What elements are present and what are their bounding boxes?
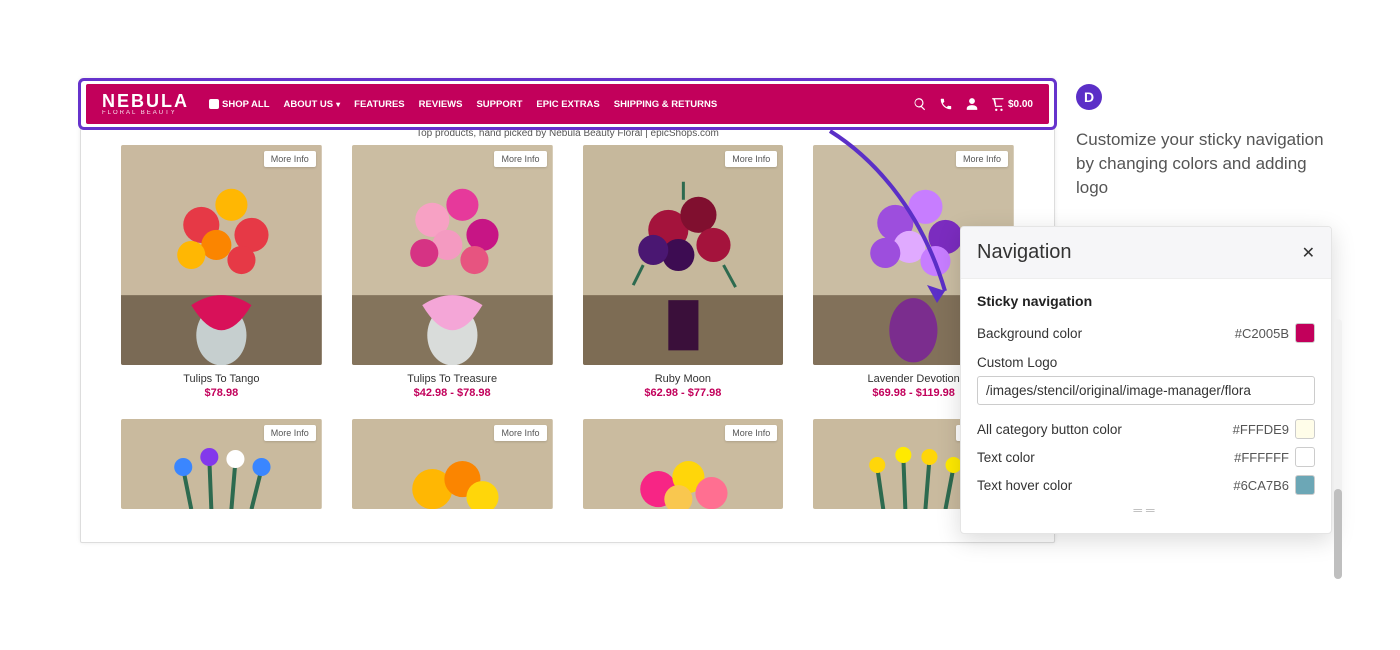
hover-color-row[interactable]: Text hover color #6CA7B6 (977, 471, 1315, 499)
grid-icon (209, 99, 219, 109)
product-card[interactable]: More Info (352, 419, 553, 509)
product-price: $62.98 - $77.98 (583, 387, 784, 399)
nav-reviews[interactable]: REVIEWS (419, 99, 463, 110)
nav-about[interactable]: ABOUT US▾ (284, 99, 341, 110)
product-card[interactable]: More Info (583, 419, 784, 509)
panel-header: Navigation ✕ (961, 227, 1331, 279)
text-color-swatch[interactable] (1295, 447, 1315, 467)
panel-body: Sticky navigation Background color #C200… (961, 279, 1331, 533)
product-price: $78.98 (121, 387, 322, 399)
navigation-settings-panel: Navigation ✕ Sticky navigation Backgroun… (960, 226, 1332, 534)
chevron-down-icon: ▾ (336, 100, 340, 109)
bg-color-swatch[interactable] (1295, 323, 1315, 343)
phone-icon[interactable] (939, 97, 953, 111)
text-color-hex: #FFFFFF (1234, 450, 1289, 465)
product-image: More Info (583, 145, 784, 365)
product-card[interactable]: More Info (121, 419, 322, 509)
hover-color-label: Text hover color (977, 478, 1072, 493)
callout-badge: D (1076, 84, 1102, 110)
product-image: More Info (121, 419, 322, 509)
callout-caption: Customize your sticky navigation by chan… (1076, 128, 1326, 199)
text-color-label: Text color (977, 450, 1035, 465)
bg-color-row[interactable]: Background color #C2005B (977, 319, 1315, 347)
cat-color-swatch[interactable] (1295, 419, 1315, 439)
panel-title: Navigation (977, 241, 1072, 264)
product-card[interactable]: More Info Tulips To Tango $78.98 (121, 145, 322, 399)
site-logo[interactable]: NEBULA FLORAL BEAUTY (102, 92, 189, 116)
more-info-button[interactable]: More Info (494, 425, 546, 441)
more-info-button[interactable]: More Info (264, 151, 316, 167)
nav-right: $0.00 (913, 97, 1033, 111)
cat-color-label: All category button color (977, 422, 1122, 437)
more-info-button[interactable]: More Info (264, 425, 316, 441)
drag-handle-icon[interactable]: ══ (977, 499, 1315, 523)
product-name: Tulips To Tango (121, 373, 322, 385)
section-title: Sticky navigation (977, 293, 1315, 309)
nav-shipping[interactable]: SHIPPING & RETURNS (614, 99, 717, 110)
product-image: More Info (352, 419, 553, 509)
logo-label: Custom Logo (977, 355, 1315, 370)
cart-total: $0.00 (1008, 99, 1033, 110)
nav-items: SHOP ALL ABOUT US▾ FEATURES REVIEWS SUPP… (209, 99, 717, 110)
nav-epic[interactable]: EPIC EXTRAS (536, 99, 599, 110)
sticky-nav: NEBULA FLORAL BEAUTY SHOP ALL ABOUT US▾ … (86, 84, 1049, 124)
cart-icon (991, 97, 1005, 111)
cart-button[interactable]: $0.00 (991, 97, 1033, 111)
logo-main: NEBULA (102, 92, 189, 110)
panel-scrollbar-thumb[interactable] (1334, 489, 1342, 579)
product-price: $42.98 - $78.98 (352, 387, 553, 399)
more-info-button[interactable]: More Info (956, 151, 1008, 167)
tagline: Top products, hand picked by Nebula Beau… (81, 128, 1054, 139)
hover-color-hex: #6CA7B6 (1233, 478, 1289, 493)
product-card[interactable]: More Info Tulips To Treasure $42.98 - $7… (352, 145, 553, 399)
nav-support[interactable]: SUPPORT (476, 99, 522, 110)
close-icon[interactable]: ✕ (1302, 243, 1315, 263)
nav-label: ABOUT US (284, 99, 334, 110)
product-image: More Info (121, 145, 322, 365)
cat-color-row[interactable]: All category button color #FFFDE9 (977, 415, 1315, 443)
product-name: Tulips To Treasure (352, 373, 553, 385)
product-image: More Info (583, 419, 784, 509)
nav-features[interactable]: FEATURES (354, 99, 405, 110)
more-info-button[interactable]: More Info (725, 151, 777, 167)
bg-color-label: Background color (977, 326, 1082, 341)
user-icon[interactable] (965, 97, 979, 111)
logo-sub: FLORAL BEAUTY (102, 110, 177, 116)
text-color-row[interactable]: Text color #FFFFFF (977, 443, 1315, 471)
custom-logo-input[interactable] (977, 376, 1315, 405)
product-image: More Info (352, 145, 553, 365)
bg-color-hex: #C2005B (1235, 326, 1289, 341)
product-card[interactable]: More Info Ruby Moon $62.98 - $77.98 (583, 145, 784, 399)
more-info-button[interactable]: More Info (725, 425, 777, 441)
hover-color-swatch[interactable] (1295, 475, 1315, 495)
more-info-button[interactable]: More Info (494, 151, 546, 167)
nav-shop-all[interactable]: SHOP ALL (209, 99, 270, 110)
nav-label: SHOP ALL (222, 99, 270, 110)
search-icon[interactable] (913, 97, 927, 111)
product-name: Ruby Moon (583, 373, 784, 385)
site-preview-frame: NEBULA FLORAL BEAUTY SHOP ALL ABOUT US▾ … (80, 78, 1055, 543)
product-grid: More Info Tulips To Tango $78.98 More In… (81, 145, 1054, 529)
cat-color-hex: #FFFDE9 (1233, 422, 1289, 437)
